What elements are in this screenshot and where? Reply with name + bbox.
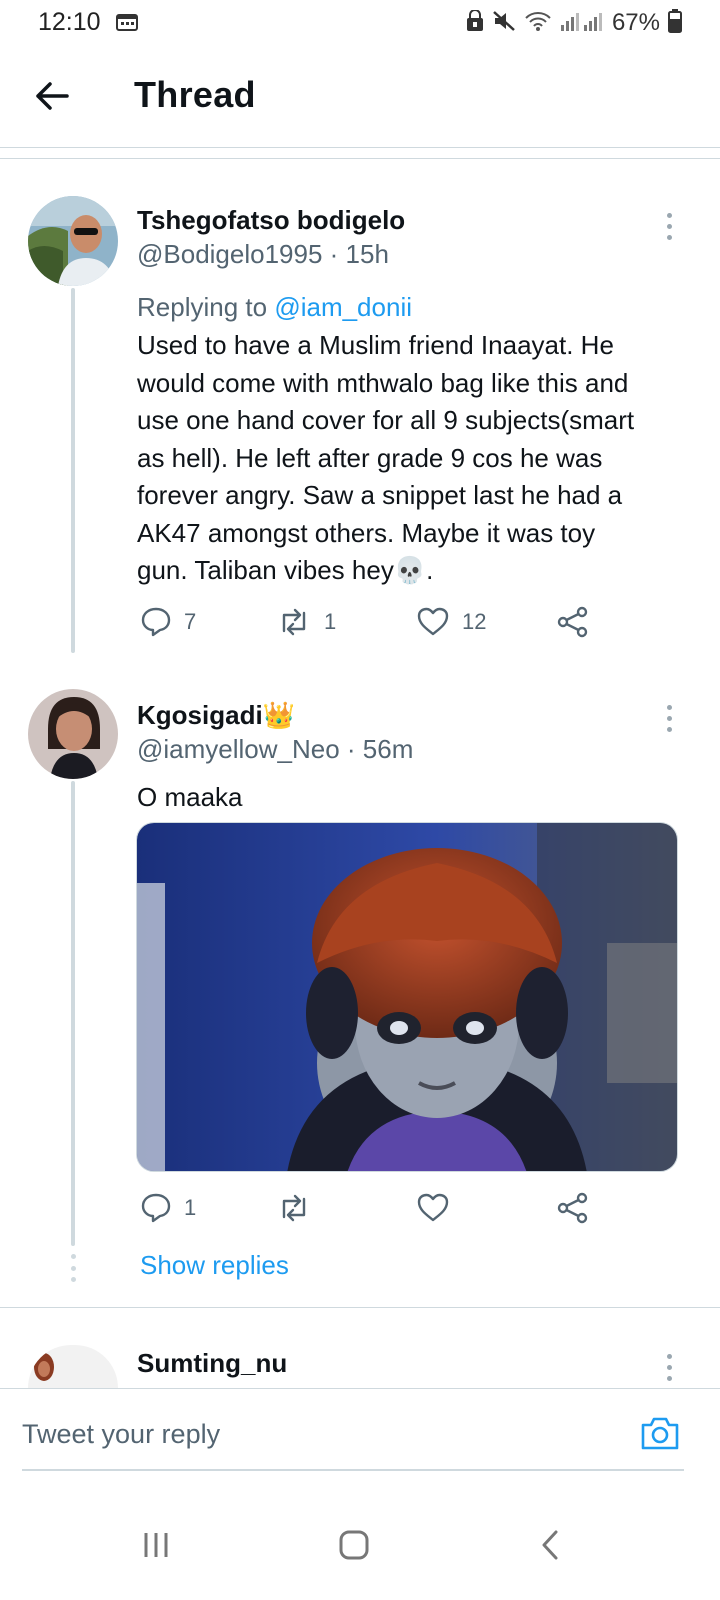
thread-line bbox=[71, 288, 75, 653]
tweet-text-line: as hell). He left after grade 9 cos he w… bbox=[137, 442, 603, 473]
lock-icon bbox=[466, 8, 484, 37]
thread-line bbox=[71, 781, 75, 1246]
avatar[interactable] bbox=[28, 689, 118, 779]
share-icon bbox=[557, 1192, 588, 1224]
home-button[interactable] bbox=[329, 1520, 379, 1570]
show-replies-link[interactable]: Show replies bbox=[140, 1250, 289, 1281]
retweet-icon bbox=[282, 608, 306, 636]
signal-icon bbox=[560, 10, 604, 37]
status-bar: 12:10 67% bbox=[0, 0, 720, 46]
share-icon bbox=[557, 606, 588, 638]
heart-icon bbox=[417, 1193, 449, 1222]
tweet-author-name[interactable]: Sumting_nu bbox=[137, 1348, 287, 1379]
reply-icon bbox=[141, 1193, 171, 1223]
divider bbox=[0, 158, 720, 159]
page-title: Thread bbox=[134, 74, 256, 115]
back-icon bbox=[542, 1530, 558, 1560]
recent-apps-icon bbox=[144, 1533, 168, 1557]
like-count: 12 bbox=[462, 609, 487, 634]
share-button[interactable] bbox=[556, 1192, 590, 1224]
status-time: 12:10 bbox=[38, 8, 101, 36]
battery-icon bbox=[668, 8, 682, 38]
tweet-author-name[interactable]: Tshegofatso bodigelo bbox=[137, 205, 405, 236]
tweet-text-line: use one hand cover for all 9 subjects(sm… bbox=[137, 405, 635, 435]
retweet-icon bbox=[282, 1194, 306, 1222]
reply-input-underline bbox=[22, 1469, 684, 1471]
nav-back-button[interactable] bbox=[525, 1520, 575, 1570]
reply-input[interactable]: Tweet your reply bbox=[22, 1419, 220, 1450]
avatar[interactable] bbox=[28, 196, 118, 286]
calendar-icon bbox=[116, 13, 138, 36]
tweet-text-line: gun. Taliban vibes hey💀. bbox=[137, 555, 434, 585]
battery-percent: 67% bbox=[611, 9, 660, 36]
reply-count: 1 bbox=[184, 1195, 197, 1220]
recent-apps-button[interactable] bbox=[131, 1520, 181, 1570]
replying-to: Replying to @iam_donii bbox=[137, 292, 412, 323]
status-icons: 67% bbox=[466, 8, 682, 38]
like-button[interactable]: 12 bbox=[416, 606, 486, 638]
reply-icon bbox=[141, 607, 171, 637]
tweet-text-line: AK47 amongst others. Maybe it was toy bbox=[137, 517, 596, 548]
tweet-text: Used to have a Muslim friend Inaayat. He… bbox=[137, 327, 634, 590]
wifi-icon bbox=[524, 10, 552, 37]
arrow-left-icon bbox=[36, 82, 69, 110]
retweet-count: 1 bbox=[324, 609, 337, 634]
share-button[interactable] bbox=[556, 606, 590, 638]
camera-button[interactable] bbox=[640, 1415, 680, 1456]
replying-to-link[interactable]: @iam_donii bbox=[274, 292, 412, 322]
retweet-button[interactable]: 1 bbox=[276, 606, 336, 638]
header-divider bbox=[0, 147, 720, 148]
reply-bar: Tweet your reply bbox=[0, 1388, 720, 1488]
reply-button[interactable]: 1 bbox=[140, 1192, 196, 1224]
tweet-text: O maaka bbox=[137, 782, 243, 812]
divider bbox=[0, 1307, 720, 1308]
home-icon bbox=[339, 1530, 369, 1560]
reply-count: 7 bbox=[184, 609, 197, 634]
system-nav-bar bbox=[0, 1490, 720, 1600]
tweet-text-line: forever angry. Saw a snippet last he had… bbox=[137, 480, 623, 510]
tweet-text-line: Used to have a Muslim friend Inaayat. He bbox=[137, 330, 614, 360]
tweet-author-handle: @iamyellow_Neo · 56m bbox=[137, 734, 414, 764]
tweet-text-line: would come with mthwalo bag like this an… bbox=[137, 367, 629, 398]
mute-icon bbox=[492, 10, 516, 37]
back-button[interactable] bbox=[30, 74, 74, 118]
tweet-media-image[interactable] bbox=[136, 822, 678, 1172]
more-options-button[interactable] bbox=[654, 1347, 684, 1387]
camera-icon bbox=[641, 1417, 679, 1450]
more-options-button[interactable] bbox=[654, 206, 684, 246]
tweet-author-name[interactable]: Kgosigadi👑 bbox=[137, 700, 295, 731]
tweet-author-handle: @Bodigelo1995 · 15h bbox=[137, 239, 389, 269]
thread-dots bbox=[70, 1254, 76, 1282]
more-options-button[interactable] bbox=[654, 698, 684, 738]
avatar[interactable] bbox=[28, 1345, 118, 1388]
reply-button[interactable]: 7 bbox=[140, 606, 196, 638]
heart-icon bbox=[417, 607, 449, 636]
retweet-button[interactable] bbox=[276, 1192, 312, 1224]
app-header: Thread bbox=[0, 46, 720, 148]
like-button[interactable] bbox=[416, 1192, 450, 1224]
replying-to-prefix: Replying to bbox=[137, 292, 275, 322]
